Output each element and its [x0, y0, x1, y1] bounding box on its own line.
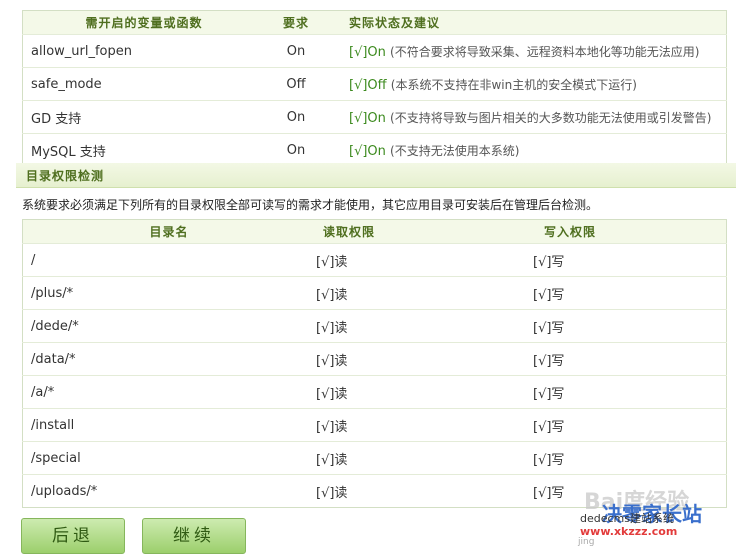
- table-row: allow_url_fopen On [√]On (不符合要求将导致采集、远程资…: [22, 34, 727, 68]
- function-table-header: 需开启的变量或函数 要求 实际状态及建议: [22, 10, 727, 35]
- header-write: 写入权限: [532, 219, 727, 244]
- variable-name: MySQL 支持: [22, 133, 265, 167]
- write-permission: [√]写: [532, 276, 727, 310]
- write-permission: [√]写: [532, 342, 727, 376]
- requirement: On: [265, 100, 327, 134]
- variable-name: safe_mode: [22, 67, 265, 101]
- read-permission: [√]读: [315, 342, 532, 376]
- write-permission: [√]写: [532, 408, 727, 442]
- write-permission: [√]写: [532, 309, 727, 343]
- section-header: 目录权限检测: [16, 163, 736, 188]
- table-row: /data/* [√]读 [√]写: [22, 342, 727, 376]
- write-permission: [√]写: [532, 243, 727, 277]
- directory-name: /dede/*: [22, 309, 315, 343]
- variable-name: GD 支持: [22, 100, 265, 134]
- read-permission: [√]读: [315, 474, 532, 508]
- jing-watermark: jing: [578, 537, 595, 547]
- url-watermark: www.xkzzz.com: [580, 525, 678, 538]
- table-row: /dede/* [√]读 [√]写: [22, 309, 727, 343]
- variable-name: allow_url_fopen: [22, 34, 265, 68]
- read-permission: [√]读: [315, 276, 532, 310]
- table-row: MySQL 支持 On [√]On (不支持无法使用本系统): [22, 133, 727, 167]
- directory-name: /install: [22, 408, 315, 442]
- directory-name: /special: [22, 441, 315, 475]
- table-row: safe_mode Off [√]Off (本系统不支持在非win主机的安全模式…: [22, 67, 727, 101]
- header-variable: 需开启的变量或函数: [22, 10, 265, 35]
- table-row: /plus/* [√]读 [√]写: [22, 276, 727, 310]
- header-read: 读取权限: [315, 219, 532, 244]
- directory-name: /plus/*: [22, 276, 315, 310]
- status-note: (不符合要求将导致采集、远程资料本地化等功能无法应用): [390, 44, 700, 59]
- directory-permission-table: 目录名 读取权限 写入权限 / [√]读 [√]写 /plus/* [√]读 […: [22, 219, 727, 508]
- table-row: /special [√]读 [√]写: [22, 441, 727, 475]
- write-permission: [√]写: [532, 441, 727, 475]
- read-permission: [√]读: [315, 441, 532, 475]
- directory-name: /data/*: [22, 342, 315, 376]
- table-row: /install [√]读 [√]写: [22, 408, 727, 442]
- section-title: 目录权限检测: [26, 169, 105, 183]
- directory-name: /a/*: [22, 375, 315, 409]
- header-status: 实际状态及建议: [327, 10, 727, 35]
- status-badge: [√]On: [349, 143, 386, 159]
- header-directory: 目录名: [22, 219, 315, 244]
- read-permission: [√]读: [315, 309, 532, 343]
- requirement: On: [265, 133, 327, 167]
- permission-description: 系统要求必须满足下列所有的目录权限全部可读写的需求才能使用，其它应用目录可安装后…: [22, 198, 599, 212]
- status-note: (本系统不支持在非win主机的安全模式下运行): [390, 77, 637, 92]
- read-permission: [√]读: [315, 243, 532, 277]
- requirement: On: [265, 34, 327, 68]
- status-note: (不支持无法使用本系统): [390, 143, 520, 158]
- status-note: (不支持将导致与图片相关的大多数功能无法使用或引发警告): [390, 110, 712, 125]
- read-permission: [√]读: [315, 375, 532, 409]
- function-check-table: 需开启的变量或函数 要求 实际状态及建议 allow_url_fopen On …: [22, 10, 727, 167]
- status-badge: [√]Off: [349, 77, 387, 93]
- requirement: Off: [265, 67, 327, 101]
- header-requirement: 要求: [265, 10, 327, 35]
- write-permission: [√]写: [532, 375, 727, 409]
- table-row: /a/* [√]读 [√]写: [22, 375, 727, 409]
- status-badge: [√]On: [349, 44, 386, 60]
- read-permission: [√]读: [315, 408, 532, 442]
- directory-table-header: 目录名 读取权限 写入权限: [22, 219, 727, 244]
- table-row: / [√]读 [√]写: [22, 243, 727, 277]
- cms-watermark: dedecms建站系统: [580, 512, 674, 525]
- directory-name: /uploads/*: [22, 474, 315, 508]
- table-row: GD 支持 On [√]On (不支持将导致与图片相关的大多数功能无法使用或引发…: [22, 100, 727, 134]
- directory-name: /: [22, 243, 315, 277]
- status-badge: [√]On: [349, 110, 386, 126]
